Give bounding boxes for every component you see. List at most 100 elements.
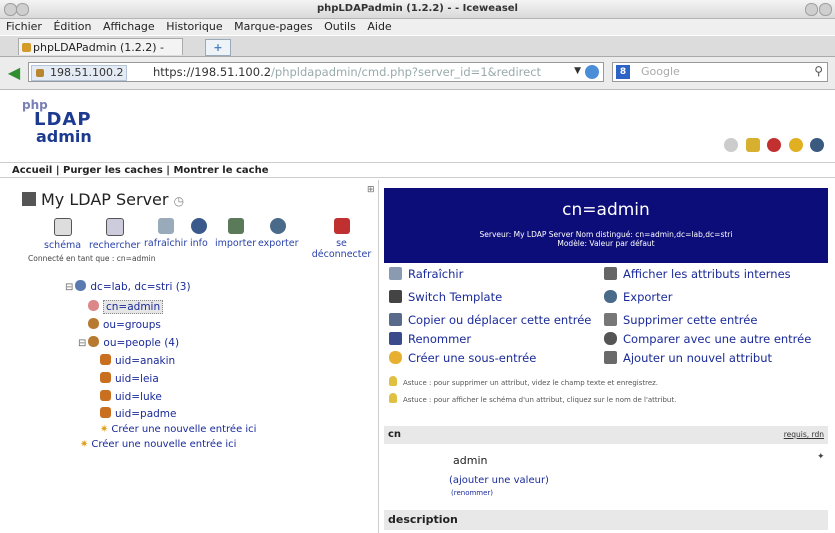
home-link[interactable]: Accueil	[12, 165, 52, 176]
ou-icon	[88, 318, 99, 329]
tab-bar: phpLDAPadmin (1.2.2) - +	[0, 36, 835, 57]
export-icon	[604, 290, 617, 303]
add-attribute-action[interactable]: Ajouter un nouvel attribut	[604, 351, 772, 365]
reload-icon[interactable]	[585, 65, 599, 79]
menu-fichier[interactable]: Fichier	[6, 19, 42, 35]
attribute-name-description[interactable]: description	[388, 513, 458, 526]
star-icon: ✷	[80, 439, 89, 450]
tab-label: phpLDAPadmin (1.2.2) -	[33, 41, 165, 54]
refresh-button[interactable]: rafraîchir	[144, 218, 187, 249]
import-icon	[227, 218, 244, 234]
add-attribute-icon	[604, 351, 617, 364]
refresh-icon	[157, 218, 174, 234]
attribute-cn-header: cn requis, rdn	[384, 426, 828, 444]
menu-historique[interactable]: Historique	[166, 19, 222, 35]
user-icon	[88, 300, 99, 311]
entry-panel: cn=admin Serveur: My LDAP Server Nom dis…	[379, 180, 835, 533]
search-icon[interactable]: ⚲	[814, 64, 823, 78]
collapse-icon: ⊟	[78, 338, 87, 349]
user-icon	[100, 354, 111, 365]
export-button[interactable]: exporter	[258, 218, 299, 249]
domain-icon	[75, 280, 87, 291]
info-button[interactable]: info	[190, 218, 208, 249]
entry-server-line: Serveur: My LDAP Server Nom distingué: c…	[479, 230, 733, 239]
tree-panel: My LDAP Server ◷ ⊞ schéma rechercher raf…	[0, 180, 379, 533]
hint-delete-attribute: Astuce : pour supprimer un attribut, vid…	[389, 376, 658, 387]
show-cache-link[interactable]: Montrer le cache	[173, 165, 268, 176]
copy-move-action[interactable]: Copier ou déplacer cette entrée	[389, 313, 591, 327]
rename-action[interactable]: Renommer	[389, 332, 471, 346]
tree-item-groups[interactable]: ou=groups	[88, 318, 161, 331]
import-button[interactable]: importer	[215, 218, 256, 249]
site-identity-button[interactable]: 198.51.100.2	[31, 65, 128, 81]
back-arrow-icon[interactable]: ◀	[4, 63, 24, 83]
create-root-entry-link[interactable]: ✷ Créer une nouvelle entrée ici	[80, 439, 236, 450]
user-icon	[100, 372, 111, 383]
info-icon	[190, 218, 207, 234]
top-links: Accueil | Purger les caches | Montrer le…	[0, 162, 835, 178]
search-button[interactable]: rechercher	[89, 218, 140, 251]
tree-root[interactable]: ⊟ dc=lab, dc=stri (3)	[65, 280, 191, 293]
window-close-icon[interactable]	[819, 3, 832, 16]
server-status-icon: ◷	[173, 194, 185, 208]
tree-item-admin[interactable]: cn=admin	[88, 300, 164, 314]
create-entry-link[interactable]: ✷ Créer une nouvelle entrée ici	[100, 424, 256, 435]
smiley-icon[interactable]	[788, 138, 803, 152]
tree-item-user[interactable]: uid=anakin	[100, 354, 175, 367]
menu-affichage[interactable]: Affichage	[103, 19, 155, 35]
user-icon	[100, 407, 111, 418]
value-marker-icon: ✦	[817, 452, 825, 462]
url-text[interactable]: https://198.51.100.2/phpldapadmin/cmd.ph…	[153, 65, 573, 80]
logout-button[interactable]: se déconnecter	[305, 218, 378, 260]
rename-icon	[389, 332, 402, 345]
create-child-action[interactable]: Créer une sous-entrée	[389, 351, 536, 365]
tree-item-user[interactable]: uid=leia	[100, 372, 159, 385]
trash-icon	[604, 313, 617, 326]
show-internal-attrs-action[interactable]: Afficher les attributs internes	[604, 267, 791, 281]
info-icon[interactable]	[810, 138, 824, 152]
new-tab-button[interactable]: +	[205, 39, 231, 56]
bulb-icon[interactable]	[745, 138, 760, 152]
rename-link[interactable]: (renommer)	[451, 489, 493, 497]
attribute-name-cn[interactable]: cn	[388, 429, 401, 440]
url-bar[interactable]: 198.51.100.2 https://198.51.100.2/phplda…	[28, 62, 604, 82]
header-icons	[720, 138, 824, 156]
tab-phpldapadmin[interactable]: phpLDAPadmin (1.2.2) -	[18, 38, 183, 55]
delete-entry-action[interactable]: Supprimer cette entrée	[604, 313, 757, 327]
help-icon[interactable]	[724, 138, 738, 152]
bulb-icon	[389, 376, 397, 386]
magnifier-icon	[105, 218, 124, 236]
compare-icon	[604, 332, 617, 345]
user-icon	[100, 390, 111, 401]
tree-item-user[interactable]: uid=padme	[100, 407, 177, 420]
star-icon: ✷	[100, 424, 109, 435]
switch-template-action[interactable]: Switch Template	[389, 290, 502, 304]
url-dropdown-icon[interactable]: ▼	[574, 66, 581, 76]
tree-item-user[interactable]: uid=luke	[100, 390, 162, 403]
entry-dn: cn=admin	[562, 200, 650, 220]
window-minimize-icon[interactable]	[805, 3, 818, 16]
search-engine-icon[interactable]: 8	[616, 65, 630, 79]
bulb-icon	[389, 393, 397, 403]
copy-icon	[389, 313, 402, 326]
compare-action[interactable]: Comparer avec une autre entrée	[604, 332, 811, 346]
export-action[interactable]: Exporter	[604, 290, 672, 304]
purge-cache-link[interactable]: Purger les caches	[63, 165, 163, 176]
menu-aide[interactable]: Aide	[367, 19, 391, 35]
menu-outils[interactable]: Outils	[324, 19, 356, 35]
search-bar[interactable]: 8 Google ⚲	[612, 62, 828, 82]
connected-as: Connecté en tant que : cn=admin	[28, 254, 156, 263]
expand-icon[interactable]: ⊞	[367, 185, 375, 195]
server-title: My LDAP Server ◷	[22, 190, 184, 209]
refresh-action[interactable]: Rafraîchir	[389, 267, 463, 281]
attribute-description-header: description	[384, 510, 828, 530]
window-title: phpLDAPadmin (1.2.2) - - Iceweasel	[317, 3, 518, 14]
bug-icon[interactable]	[767, 138, 781, 152]
cn-value-field[interactable]: admin	[453, 454, 487, 467]
schema-button[interactable]: schéma	[44, 218, 81, 251]
add-value-link[interactable]: (ajouter une valeur)	[449, 475, 549, 486]
entry-banner: cn=admin Serveur: My LDAP Server Nom dis…	[384, 188, 828, 263]
tree-item-people[interactable]: ⊟ ou=people (4)	[78, 336, 179, 349]
menu-marque-pages[interactable]: Marque-pages	[234, 19, 312, 35]
menu-edition[interactable]: Édition	[53, 19, 91, 35]
